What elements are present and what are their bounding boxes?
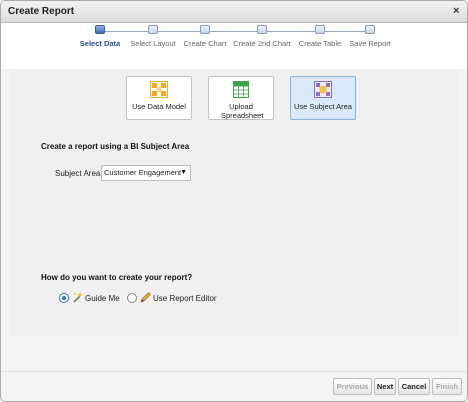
data-model-icon bbox=[150, 81, 168, 98]
next-button[interactable]: Next bbox=[374, 378, 396, 395]
chevron-down-icon: ▼ bbox=[180, 169, 187, 176]
close-icon[interactable]: × bbox=[453, 5, 459, 17]
tile-label: Upload Spreadsheet bbox=[221, 102, 264, 120]
step-marker-icon bbox=[200, 25, 210, 34]
tile-label: Use Subject Area bbox=[294, 102, 352, 111]
guide-me-label: Guide Me bbox=[85, 294, 120, 303]
use-data-model-tile[interactable]: Use Data Model bbox=[126, 76, 192, 120]
step-save-report[interactable]: Save Report bbox=[335, 25, 405, 48]
create-method-heading: How do you want to create your report? bbox=[41, 273, 193, 282]
title-bar: Create Report × bbox=[1, 1, 467, 23]
use-report-editor-radio[interactable] bbox=[127, 293, 137, 303]
footer-divider bbox=[1, 371, 467, 372]
bi-subject-area-heading: Create a report using a BI Subject Area bbox=[41, 142, 190, 151]
wand-icon bbox=[73, 292, 83, 303]
subject-area-select[interactable]: Customer Engagement ▼ bbox=[101, 165, 191, 181]
tile-label: Use Data Model bbox=[132, 102, 186, 111]
dialog-title: Create Report bbox=[8, 6, 75, 17]
upload-spreadsheet-tile[interactable]: Upload Spreadsheet bbox=[208, 76, 274, 120]
create-report-dialog: Create Report × Select Data Select Layou… bbox=[0, 0, 468, 402]
use-subject-area-tile[interactable]: Use Subject Area bbox=[290, 76, 356, 120]
step-marker-icon bbox=[315, 25, 325, 34]
step-marker-icon bbox=[365, 25, 375, 34]
subject-area-label: Subject Area bbox=[55, 169, 101, 178]
spreadsheet-icon bbox=[233, 81, 249, 98]
step-marker-icon bbox=[257, 25, 267, 34]
finish-button[interactable]: Finish bbox=[432, 378, 462, 395]
step-marker-icon bbox=[95, 25, 105, 34]
step-train: Select Data Select Layout Create Chart C… bbox=[1, 23, 467, 69]
previous-button[interactable]: Previous bbox=[333, 378, 372, 395]
step-marker-icon bbox=[148, 25, 158, 34]
guide-me-radio[interactable] bbox=[59, 293, 69, 303]
cancel-button[interactable]: Cancel bbox=[398, 378, 430, 395]
use-report-editor-label: Use Report Editor bbox=[153, 294, 217, 303]
subject-area-value: Customer Engagement bbox=[104, 168, 182, 177]
subject-area-icon bbox=[314, 81, 332, 98]
pencil-icon bbox=[140, 292, 151, 303]
step-label: Save Report bbox=[349, 39, 391, 48]
